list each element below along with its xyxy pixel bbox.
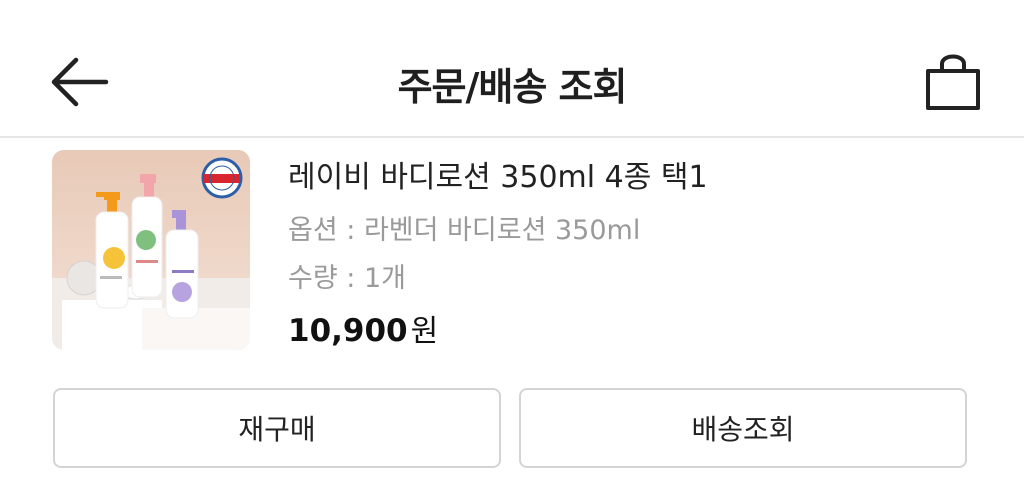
product-image	[52, 150, 250, 350]
shopping-bag-icon	[926, 54, 980, 110]
product-thumbnail[interactable]	[52, 150, 250, 350]
cart-button[interactable]	[920, 48, 988, 116]
app-header: 주문/배송 조회	[0, 0, 1024, 138]
product-name[interactable]: 레이비 바디로션 350ml 4종 택1	[288, 152, 708, 196]
track-delivery-button[interactable]: 배송조회	[519, 388, 967, 468]
product-price: 10,900 원	[288, 306, 438, 350]
price-currency: 원	[410, 314, 439, 349]
product-option: 옵션 : 라벤더 바디로션 350ml	[288, 215, 641, 246]
page-title: 주문/배송 조회	[397, 65, 628, 109]
rebuy-button[interactable]: 재구매	[53, 388, 501, 468]
price-value: 10,900	[288, 313, 408, 349]
product-quantity: 수량 : 1개	[288, 263, 406, 294]
